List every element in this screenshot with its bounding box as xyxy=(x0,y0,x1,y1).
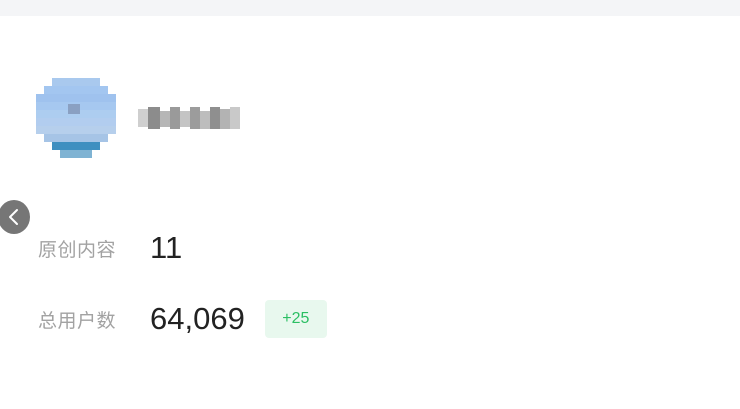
account-name-redacted xyxy=(134,103,242,133)
avatar[interactable] xyxy=(36,78,116,158)
account-stats-panel: 原创内容 11 总用户数 64,069 +25 xyxy=(0,0,740,409)
delta-badge: +25 xyxy=(264,300,327,338)
top-strip xyxy=(0,0,740,16)
stat-value: 11 xyxy=(150,230,183,265)
stat-row-original-content: 原创内容 11 xyxy=(38,230,182,266)
stat-value: 64,069 xyxy=(150,301,245,336)
stat-label: 总用户数 xyxy=(38,309,117,332)
back-button[interactable] xyxy=(0,200,30,234)
stat-row-total-users: 总用户数 64,069 +25 xyxy=(38,300,327,338)
stat-label: 原创内容 xyxy=(38,238,117,261)
chevron-left-icon xyxy=(9,209,18,225)
avatar-pixelated-icon xyxy=(36,78,116,158)
